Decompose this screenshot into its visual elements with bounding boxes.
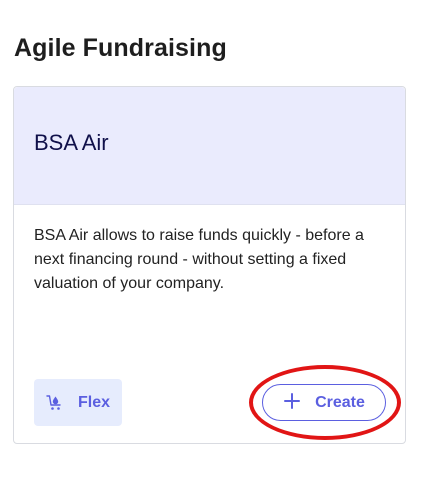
flex-badge-label: Flex xyxy=(77,393,110,411)
bsa-air-card: BSA Air BSA Air allows to raise funds qu… xyxy=(13,86,406,444)
section-title: Agile Fundraising xyxy=(14,34,227,62)
cart-drop-icon xyxy=(46,394,64,412)
create-button[interactable]: Create xyxy=(262,384,386,421)
flex-badge: Flex xyxy=(34,379,122,426)
card-title: BSA Air xyxy=(34,130,109,155)
card-description: BSA Air allows to raise funds quickly - … xyxy=(34,227,364,292)
plus-icon xyxy=(283,392,301,413)
card-header: BSA Air xyxy=(14,87,405,205)
create-button-label: Create xyxy=(315,393,365,411)
